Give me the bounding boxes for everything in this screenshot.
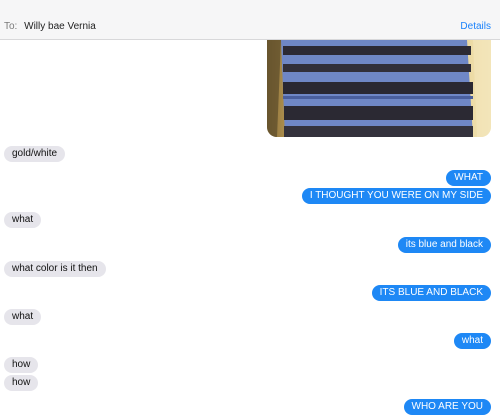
message-bubble-incoming[interactable]: how: [4, 357, 39, 373]
conversation-header: To: Willy bae Vernia Details: [0, 0, 500, 40]
dress-image: [267, 40, 491, 137]
message-bubble-incoming[interactable]: gold/white: [4, 146, 66, 162]
message-bubble-outgoing[interactable]: its blue and black: [397, 237, 491, 253]
message-bubble-incoming[interactable]: what color is it then: [4, 261, 106, 277]
to-label: To:: [4, 21, 18, 32]
message-bubble-outgoing[interactable]: WHO ARE YOU: [403, 399, 491, 415]
details-button[interactable]: Details: [460, 21, 491, 32]
message-bubble-outgoing[interactable]: what: [453, 333, 491, 349]
recipient-field[interactable]: To: Willy bae Vernia: [4, 21, 96, 32]
message-bubble-outgoing[interactable]: ITS BLUE AND BLACK: [371, 285, 491, 301]
recipient-name: Willy bae Vernia: [24, 21, 96, 32]
message-bubble-incoming[interactable]: what: [4, 309, 42, 325]
message-bubble-incoming[interactable]: what: [4, 212, 42, 228]
message-bubble-incoming[interactable]: how: [4, 375, 39, 391]
message-bubble-outgoing[interactable]: I THOUGHT YOU WERE ON MY SIDE: [301, 188, 491, 204]
message-bubble-outgoing[interactable]: WHAT: [446, 170, 491, 186]
photo-attachment[interactable]: [267, 40, 491, 137]
